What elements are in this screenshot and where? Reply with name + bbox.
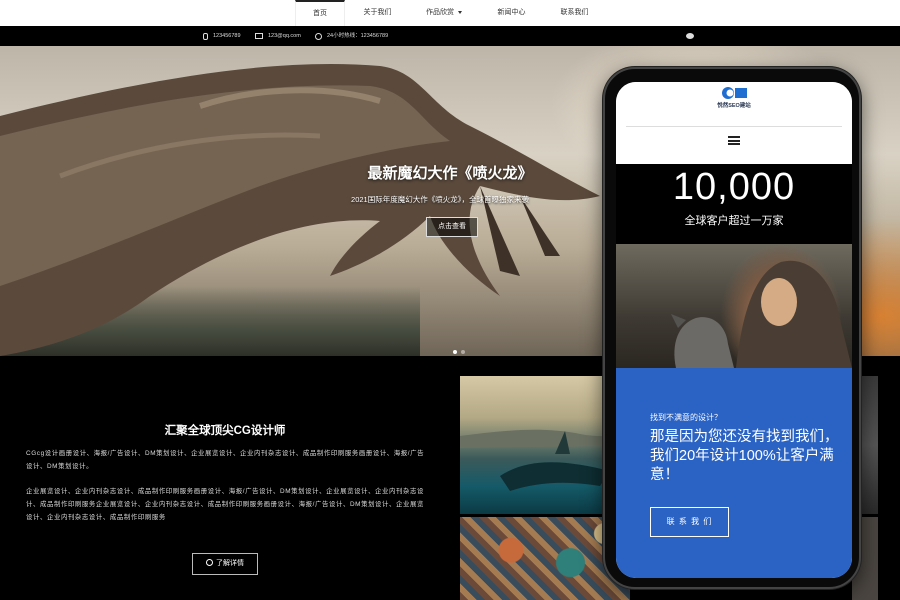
chevron-down-icon bbox=[458, 10, 462, 14]
nav-item-works[interactable]: 作品欣赏 bbox=[413, 0, 475, 26]
phone-info: 123456789 bbox=[203, 26, 241, 46]
mail-icon bbox=[255, 33, 263, 39]
hotline-text: 24小时热线：123456789 bbox=[327, 33, 389, 39]
slider-dot[interactable] bbox=[461, 350, 465, 354]
top-navigation: 首页 关于我们 作品欣赏 新闻中心 联系我们 bbox=[0, 0, 900, 26]
stat-number: 10,000 bbox=[672, 166, 796, 208]
wechat-icon[interactable] bbox=[686, 33, 694, 39]
nav-item-works-label: 作品欣赏 bbox=[426, 9, 454, 16]
phone-icon bbox=[203, 32, 208, 40]
cta-headline: 那是因为您还没有找到我们，我们20年设计100%让客户满意！ bbox=[650, 429, 839, 483]
hero-subtitle: 2021国际年度魔幻大作《喷火龙》，全球首曝独家来袭 bbox=[351, 195, 529, 204]
hooded-girl-with-wolf-illustration bbox=[671, 260, 852, 368]
stats-block: 10,000 全球客户超过一万家 bbox=[616, 164, 852, 244]
learn-more-label: 了解详情 bbox=[216, 560, 244, 567]
nav-item-news[interactable]: 新闻中心 bbox=[484, 0, 539, 26]
hero-cta-button[interactable]: 点击查看 bbox=[426, 217, 478, 237]
section-title: 汇聚全球顶尖CG设计师 bbox=[164, 425, 286, 437]
mobile-brand-name: 悦然SEO建站 bbox=[717, 103, 751, 109]
wechat-info[interactable] bbox=[686, 26, 699, 46]
mobile-feature-image bbox=[616, 244, 852, 368]
contact-info-bar: 123456789 123@qq.com 24小时热线：123456789 bbox=[0, 26, 900, 46]
nav-item-about[interactable]: 关于我们 bbox=[350, 0, 405, 26]
phone-screen: 悦然SEO建站 10,000 全球客户超过一万家 找到不满意的设计？ 那是因为您… bbox=[616, 82, 852, 578]
section-paragraph-2: 企业展览设计、企业内刊杂志设计、成品制作印刷服务画册设计、海报/广告设计、DM策… bbox=[26, 488, 424, 521]
check-circle-icon bbox=[206, 558, 213, 566]
hamburger-menu-icon[interactable] bbox=[728, 136, 740, 145]
contact-us-button[interactable]: 联 系 我 们 bbox=[650, 507, 729, 537]
email-info[interactable]: 123@qq.com bbox=[255, 26, 301, 46]
cta-panel: 找到不满意的设计？ 那是因为您还没有找到我们，我们20年设计100%让客户满意！… bbox=[616, 368, 852, 578]
nav-item-home[interactable]: 首页 bbox=[295, 0, 345, 26]
phone-mockup: 悦然SEO建站 10,000 全球客户超过一万家 找到不满意的设计？ 那是因为您… bbox=[603, 67, 861, 589]
hotline-info: 24小时热线：123456789 bbox=[315, 26, 388, 46]
hero-title: 最新魔幻大作《喷火龙》 bbox=[367, 165, 533, 182]
clock-icon bbox=[315, 32, 322, 40]
section-paragraph-1: CGcg设计画册设计、海报/广告设计、DM策划设计、企业展览设计、企业内刊杂志设… bbox=[26, 450, 425, 470]
phone-number: 123456789 bbox=[213, 33, 241, 39]
mobile-header: 悦然SEO建站 bbox=[616, 82, 852, 164]
email-address[interactable]: 123@qq.com bbox=[268, 26, 301, 46]
cta-question: 找到不满意的设计？ bbox=[650, 413, 722, 422]
slider-dots bbox=[453, 350, 465, 354]
nav-item-contact[interactable]: 联系我们 bbox=[547, 0, 602, 26]
header-divider bbox=[626, 126, 842, 127]
learn-more-button[interactable]: 了解详情 bbox=[192, 553, 258, 575]
slider-dot[interactable] bbox=[453, 350, 457, 354]
brand-logo-icon bbox=[722, 87, 747, 99]
stat-caption: 全球客户超过一万家 bbox=[684, 215, 784, 227]
